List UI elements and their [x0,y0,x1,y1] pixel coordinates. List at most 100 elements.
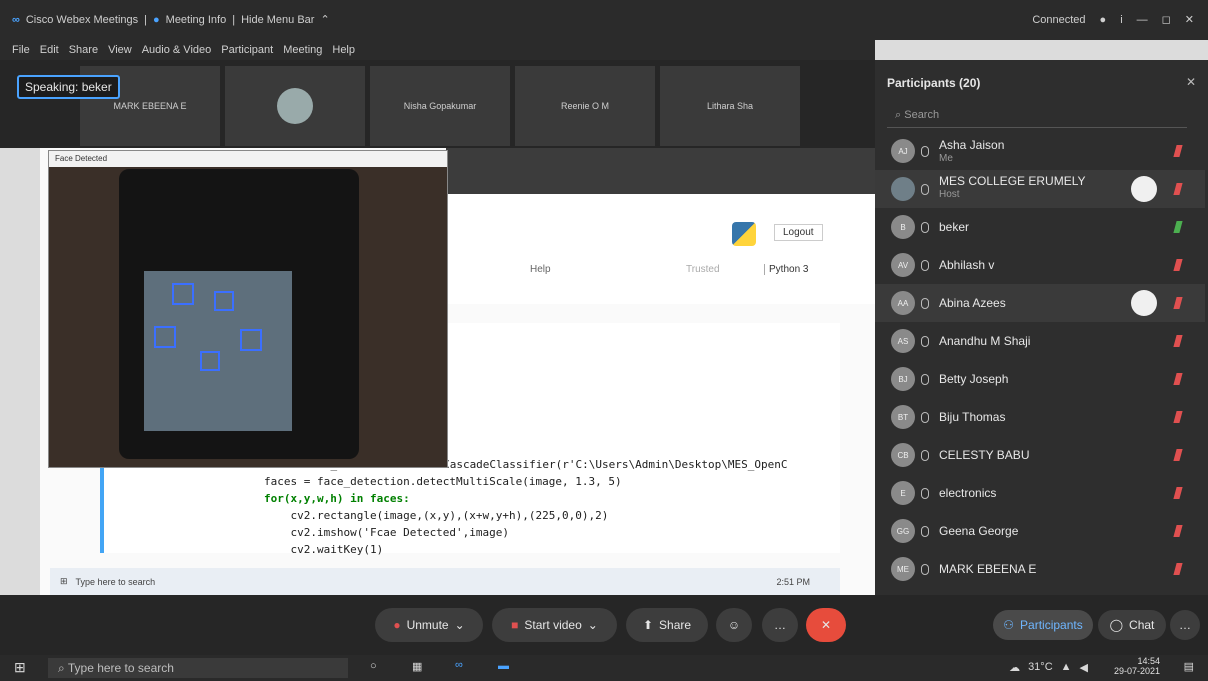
share-label: Share [659,618,692,632]
meeting-info-link[interactable]: Meeting Info [166,14,227,26]
participant-row[interactable]: GG Geena George [875,512,1205,550]
participant-row[interactable]: AS Anandhu M Shaji [875,322,1205,360]
taskbar-clock[interactable]: 14:54 29-07-2021 [1114,656,1160,676]
mic-icon [921,525,929,537]
info-button[interactable]: i [1120,14,1122,26]
unmute-label: Unmute [406,618,449,632]
close-panel-icon[interactable]: ✕ [1186,75,1196,89]
participant-row[interactable]: MES COLLEGE ERUMELY Host [875,170,1205,208]
notification-icon[interactable]: ▤ [1184,660,1194,673]
panel-title[interactable]: Participants (20) [887,76,980,90]
shared-search: Type here to search [75,576,156,587]
host-avatar-icon [277,88,313,124]
cortana-icon[interactable]: ○ [370,660,377,672]
title-right: Connected ● i — ◻ ✕ [1032,13,1194,27]
maximize-button[interactable]: ◻ [1162,13,1171,26]
participant-row[interactable]: AV Abhilash v [875,246,1205,284]
participant-row[interactable]: E electronics [875,474,1205,512]
participant-name: Asha Jaison [939,138,1005,152]
start-video-button[interactable]: ■ Start video ⌄ [492,608,617,642]
mic-icon [921,449,929,461]
app-taskbar-icon[interactable]: ▬ [498,660,509,672]
participant-row[interactable]: B beker [875,208,1205,246]
muted-icon [1173,563,1183,575]
mic-muted-icon: ● [393,618,401,632]
participant-name: MARK EBEENA E [939,562,1037,576]
webex-taskbar-icon[interactable]: ∞ [455,659,463,671]
search-placeholder: Search [904,109,940,121]
video-tile[interactable]: Lithara Sha [660,66,800,146]
avatar: AA [891,291,915,315]
hide-menu-bar-button[interactable]: Hide Menu Bar [241,14,314,26]
mic-icon [921,183,929,195]
reactions-button[interactable]: ☺ [716,608,752,642]
participant-row[interactable]: ME MARK EBEENA E [875,550,1205,588]
tile-name: Nisha Gopakumar [403,101,477,111]
jupyter-header: Logout Help Trusted Python 3 [446,194,876,304]
participant-row[interactable]: AJ Asha Jaison Me [875,132,1205,170]
shared-clock: 2:51 PM [776,576,810,587]
menu-edit[interactable]: Edit [40,44,59,56]
participant-name: Betty Joseph [939,372,1009,386]
muted-icon [1173,449,1183,461]
taskbar-search[interactable]: ⌕ Type here to search [48,658,348,678]
participants-label: Participants [1020,618,1083,632]
chat-bubble-icon[interactable] [1131,290,1157,316]
menu-file[interactable]: File [12,44,30,56]
shared-taskbar: ⊞ Type here to search 2:51 PM [50,568,840,595]
search-icon: ⌕ [895,109,902,121]
muted-icon [1173,259,1183,271]
participant-row[interactable]: BT Biju Thomas [875,398,1205,436]
help-menu[interactable]: Help [530,264,551,275]
clock-date: 29-07-2021 [1113,666,1160,676]
menu-bar: File Edit Share View Audio & Video Parti… [0,40,875,60]
mic-icon [921,411,929,423]
participant-row[interactable]: CB CELESTY BABU [875,436,1205,474]
minimize-button[interactable]: — [1137,14,1148,26]
menu-share[interactable]: Share [69,44,98,56]
video-strip: MARK EBEENA E Nisha Gopakumar Reenie O M… [0,60,875,148]
menu-audio-video[interactable]: Audio & Video [142,44,212,56]
participant-row[interactable]: BJ Betty Joseph [875,360,1205,398]
avatar: AS [891,329,915,353]
info-icon: ● [153,13,160,26]
leave-meeting-button[interactable]: ✕ [806,608,846,642]
separator: | [232,13,236,26]
video-tile[interactable]: Reenie O M [515,66,655,146]
menu-view[interactable]: View [108,44,132,56]
video-tile[interactable] [225,66,365,146]
menu-meeting[interactable]: Meeting [283,44,322,56]
clock-time: 14:54 [1137,656,1160,666]
unmute-button[interactable]: ● Unmute ⌄ [375,608,483,642]
search-icon: ⌕ [58,661,65,675]
more-panels-button[interactable]: … [1170,610,1200,640]
unmuted-icon [1173,221,1183,233]
menu-participant[interactable]: Participant [221,44,273,56]
video-tile[interactable]: Nisha Gopakumar [370,66,510,146]
chat-toggle-button[interactable]: ◯ Chat [1098,610,1166,640]
face-box [172,283,194,305]
close-button[interactable]: ✕ [1185,13,1194,26]
participant-name: electronics [939,486,997,500]
participant-search[interactable]: ⌕ Search [887,104,1187,128]
windows-start-icon[interactable]: ⊞ [14,659,26,676]
participant-role: Me [939,153,953,164]
muted-icon [1173,487,1183,499]
mic-icon [921,563,929,575]
task-view-icon[interactable]: ▦ [412,660,422,673]
python-logo-icon [732,222,756,246]
share-button[interactable]: ⬆ Share [626,608,708,642]
face-detected-window[interactable]: Face Detected [48,150,448,468]
menu-help[interactable]: Help [332,44,355,56]
chat-bubble-icon[interactable] [1131,176,1157,202]
participant-row[interactable]: AA Abina Azees [875,284,1205,322]
participants-toggle-button[interactable]: ⚇ Participants [993,610,1093,640]
mic-icon [921,373,929,385]
system-tray: ☁ 31°C ▲ ◀ [1009,661,1088,674]
more-options-button[interactable]: … [762,608,798,642]
participants-panel: Participants (20) ✕ ⌕ Search AJ Asha Jai… [875,60,1208,595]
avatar: E [891,481,915,505]
mic-icon [921,145,929,157]
logout-button[interactable]: Logout [774,224,823,241]
share-icon: ⬆ [642,618,654,632]
